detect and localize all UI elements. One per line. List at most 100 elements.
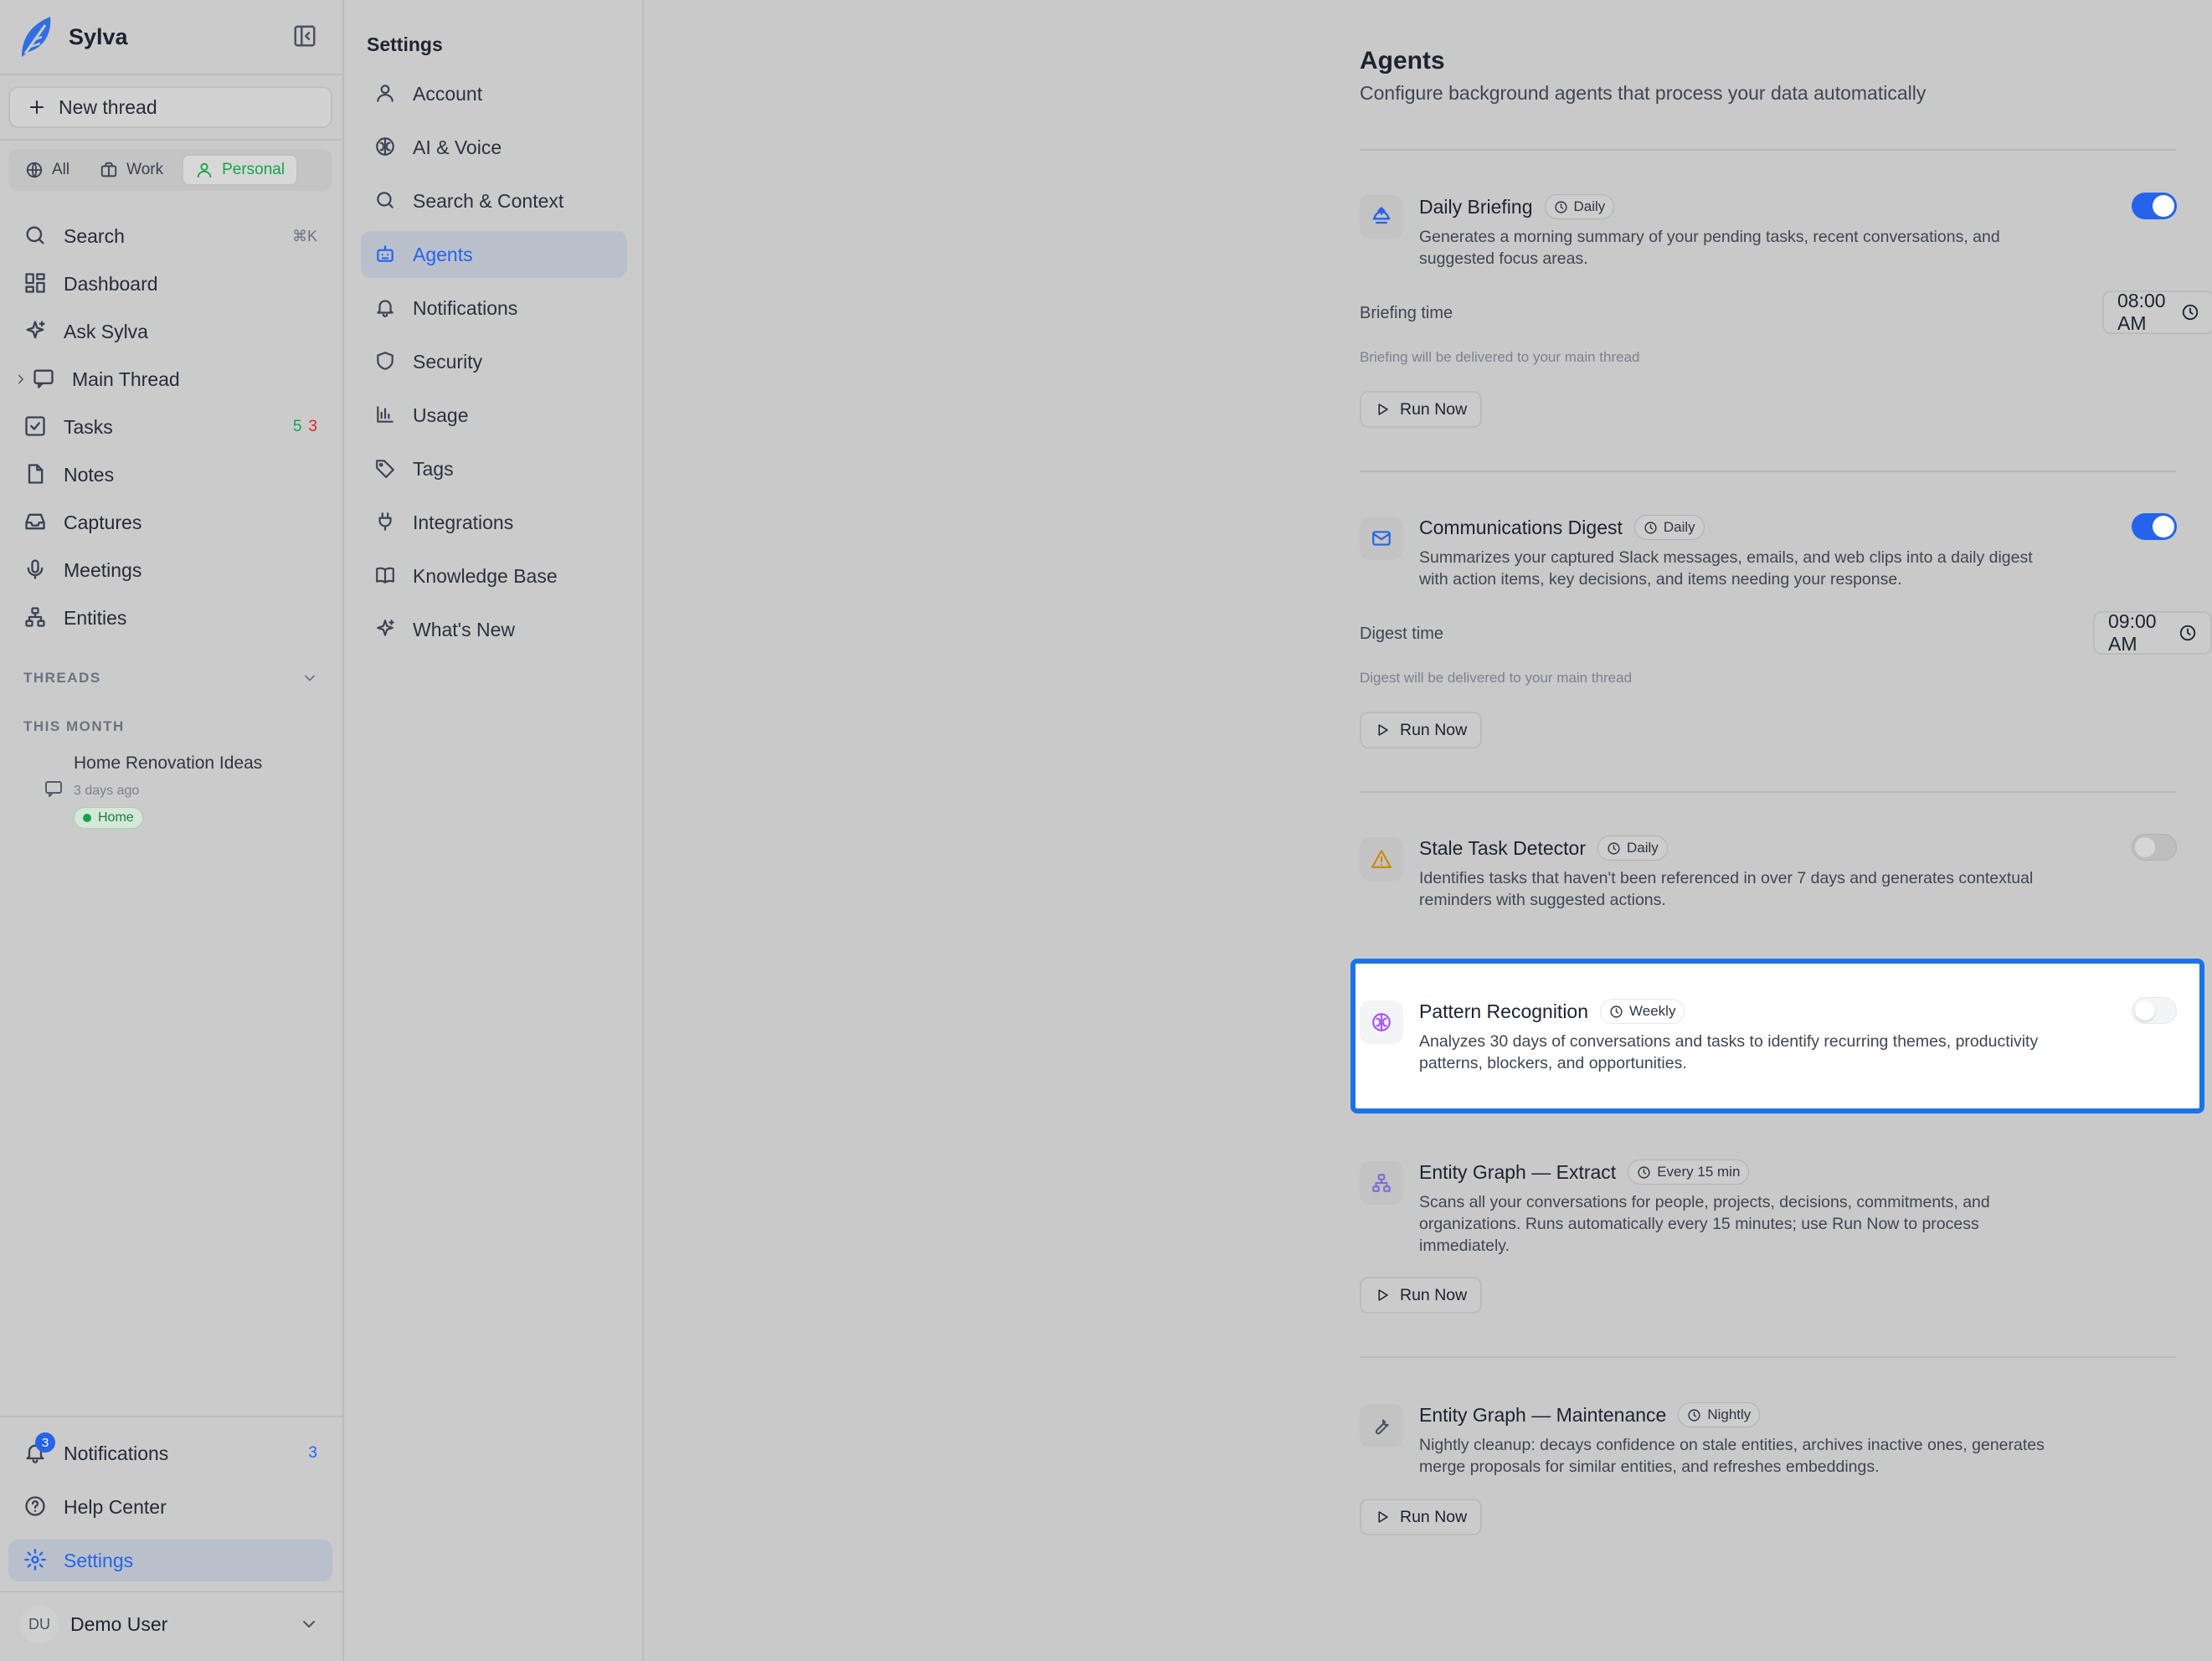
nav-label: Help Center xyxy=(64,1495,167,1518)
agent-description: Generates a morning summary of your pend… xyxy=(1419,228,2000,268)
settings-item-security[interactable]: Security xyxy=(361,338,627,385)
sparkles-icon xyxy=(374,618,398,641)
clock-icon xyxy=(1607,841,1621,856)
agent-name: Communications Digest Daily xyxy=(1419,515,1705,540)
settings-item-label: Notifications xyxy=(413,296,518,319)
sidebar: Sylva New thread All Work Personal Searc… xyxy=(0,0,344,1661)
agent-description: Summarizes your captured Slack messages,… xyxy=(1419,548,2033,589)
tasks-open-count: 5 xyxy=(292,418,302,435)
new-thread-label: New thread xyxy=(59,95,157,118)
scope-work[interactable]: Work xyxy=(88,154,175,186)
scope-personal-label: Personal xyxy=(222,161,286,178)
settings-item-label: Integrations xyxy=(413,511,514,533)
agent-toggle[interactable] xyxy=(2132,193,2177,219)
nav-label: Search xyxy=(64,224,125,247)
run-now-button[interactable]: Run Now xyxy=(1360,1277,1483,1314)
divider xyxy=(1360,471,2176,472)
settings-item-tags[interactable]: Tags xyxy=(361,445,627,492)
search-icon xyxy=(23,224,49,249)
settings-item-whats-new[interactable]: What's New xyxy=(361,606,627,653)
bar-chart-icon xyxy=(374,404,398,427)
nav-label: Dashboard xyxy=(64,272,158,295)
nav-main-thread[interactable]: Main Thread xyxy=(0,358,344,400)
frequency-label: Daily xyxy=(1663,519,1695,535)
nav-meetings[interactable]: Meetings xyxy=(0,549,344,591)
bot-icon xyxy=(374,243,398,266)
clock-icon xyxy=(1644,521,1658,535)
scope-selector: All Work Personal xyxy=(8,149,332,191)
clock-icon xyxy=(1554,200,1568,214)
agent-toggle[interactable] xyxy=(2132,834,2177,861)
nav-label: Captures xyxy=(64,511,142,533)
run-now-button[interactable]: Run Now xyxy=(1360,712,1483,748)
check-square-icon xyxy=(23,414,49,440)
new-thread-button[interactable]: New thread xyxy=(8,86,332,128)
run-now-button[interactable]: Run Now xyxy=(1360,1499,1483,1535)
nav-label: Tasks xyxy=(64,415,113,438)
nav-entities[interactable]: Entities xyxy=(0,597,344,639)
settings-item-agents[interactable]: Agents xyxy=(361,231,627,278)
briefing-time-input[interactable]: 08:00 AM xyxy=(2102,290,2212,334)
settings-item-notifications[interactable]: Notifications xyxy=(361,285,627,332)
collapse-sidebar-icon[interactable] xyxy=(292,23,317,49)
thread-title[interactable]: Home Renovation Ideas xyxy=(74,753,262,774)
nav-captures[interactable]: Captures xyxy=(0,501,344,543)
settings-item-usage[interactable]: Usage xyxy=(361,392,627,439)
search-shortcut: ⌘K xyxy=(291,227,317,244)
wrench-icon xyxy=(1371,1415,1392,1437)
settings-item-knowledge-base[interactable]: Knowledge Base xyxy=(361,553,627,599)
plus-icon xyxy=(27,97,47,117)
agent-title: Entity Graph — Extract xyxy=(1419,1160,1617,1183)
frequency-badge: Weekly xyxy=(1600,999,1685,1024)
time-field-label: Briefing time xyxy=(1360,304,1453,322)
page-subtitle: Configure background agents that process… xyxy=(1360,82,1926,104)
settings-item-integrations[interactable]: Integrations xyxy=(361,499,627,546)
plug-icon xyxy=(374,511,398,534)
thread-tag: Home xyxy=(74,807,143,829)
frequency-label: Daily xyxy=(1573,198,1606,214)
settings-item-label: Search & Context xyxy=(413,189,564,212)
agent-icon xyxy=(1360,837,1403,881)
clock-icon xyxy=(1637,1165,1651,1180)
nav-label: Notes xyxy=(64,463,115,486)
brain-icon xyxy=(374,136,398,159)
agent-icon xyxy=(1360,195,1403,239)
briefcase-icon xyxy=(100,161,118,179)
agent-title: Pattern Recognition xyxy=(1419,1000,1589,1022)
nav-ask-sylva[interactable]: Ask Sylva xyxy=(0,311,344,352)
run-now-label: Run Now xyxy=(1400,399,1468,419)
chevron-right-icon[interactable] xyxy=(13,372,28,387)
scope-all[interactable]: All xyxy=(13,154,81,186)
agent-description: Analyzes 30 days of conversations and ta… xyxy=(1419,1032,2039,1072)
nav-help-center[interactable]: Help Center xyxy=(0,1486,344,1528)
play-icon xyxy=(1375,723,1390,738)
nav-settings[interactable]: Settings xyxy=(8,1540,332,1581)
shield-icon xyxy=(374,350,398,373)
nav-dashboard[interactable]: Dashboard xyxy=(0,263,344,305)
bell-icon xyxy=(374,296,398,320)
brand[interactable]: Sylva xyxy=(17,12,128,62)
scope-personal[interactable]: Personal xyxy=(182,154,299,186)
divider xyxy=(0,1591,344,1592)
network-icon xyxy=(1371,1172,1392,1194)
play-icon xyxy=(1375,1509,1390,1525)
settings-item-ai-voice[interactable]: AI & Voice xyxy=(361,124,627,171)
frequency-badge: Daily xyxy=(1633,515,1705,540)
digest-time-input[interactable]: 09:00 AM xyxy=(2093,610,2212,655)
dashboard-icon xyxy=(23,271,49,296)
nav-search[interactable]: Search ⌘K xyxy=(0,215,344,257)
chevron-down-icon[interactable] xyxy=(301,670,318,687)
clock-icon[interactable] xyxy=(2179,624,2197,642)
settings-item-search-context[interactable]: Search & Context xyxy=(361,177,627,224)
user-menu[interactable]: DU Demo User xyxy=(0,1601,344,1648)
nav-label: Meetings xyxy=(64,558,142,581)
agent-toggle[interactable] xyxy=(2132,997,2177,1024)
divider xyxy=(1360,791,2176,793)
nav-tasks[interactable]: Tasks 5 3 xyxy=(0,406,344,448)
settings-item-account[interactable]: Account xyxy=(361,70,627,117)
clock-icon[interactable] xyxy=(2181,303,2199,321)
agent-toggle[interactable] xyxy=(2132,513,2177,540)
nav-notes[interactable]: Notes xyxy=(0,454,344,496)
run-now-button[interactable]: Run Now xyxy=(1360,391,1483,428)
page-title: Agents xyxy=(1360,47,1445,75)
